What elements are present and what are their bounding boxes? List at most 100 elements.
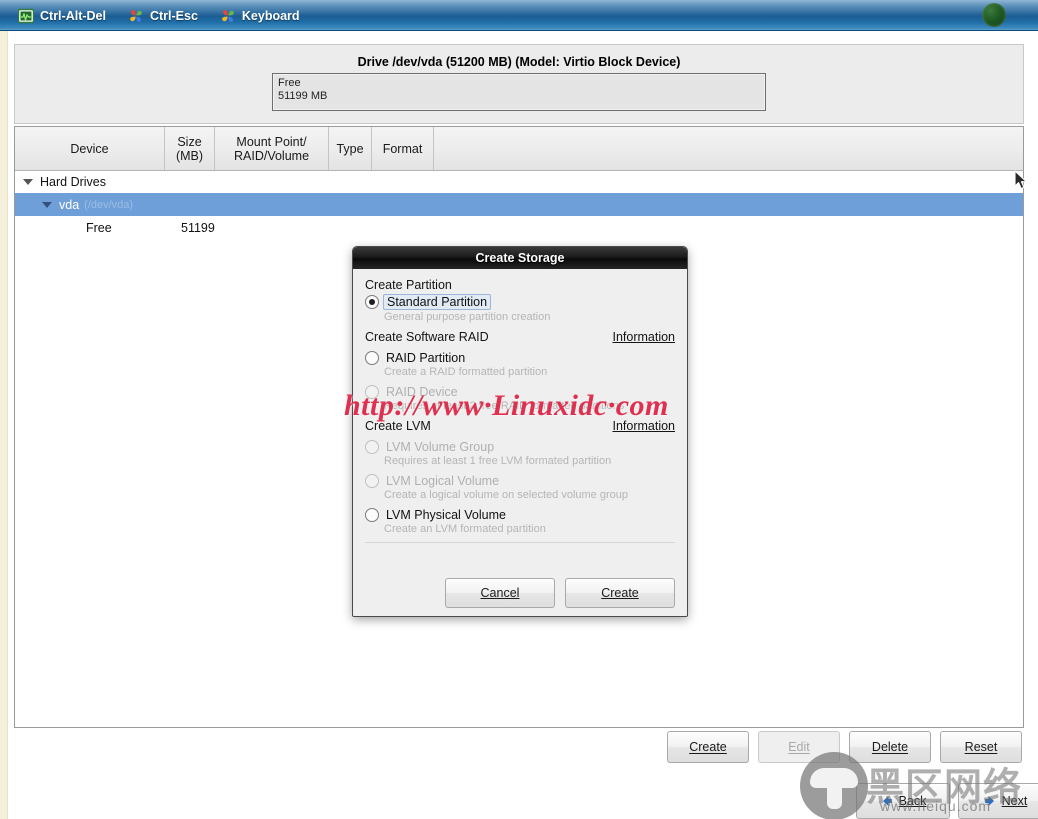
- option-lvm-logical-volume-label: LVM Logical Volume: [386, 474, 500, 488]
- column-header-type-label: Type: [336, 141, 364, 156]
- column-header-device-label: Device: [70, 141, 109, 156]
- chevron-down-icon[interactable]: [42, 201, 52, 208]
- back-button[interactable]: Back: [856, 783, 950, 819]
- option-raid-device: RAID Device: [365, 385, 675, 399]
- table-row-size: 51199: [181, 220, 215, 235]
- dialog-footer: Cancel Create: [353, 570, 687, 616]
- create-button-label: Create: [689, 740, 727, 754]
- column-header-format[interactable]: Format: [372, 127, 434, 170]
- dialog-create-button[interactable]: Create: [565, 578, 675, 608]
- raid-information-link[interactable]: Information: [612, 330, 675, 344]
- storage-action-buttons: Create Edit Delete Reset: [14, 731, 1022, 763]
- option-lvm-physical-volume-label: LVM Physical Volume: [386, 508, 506, 522]
- drive-free-segment[interactable]: Free 51199 MB: [272, 73, 766, 111]
- option-raid-device-label: RAID Device: [386, 385, 458, 399]
- radio-raid-device-icon: [365, 385, 379, 399]
- dialog-title: Create Storage: [475, 251, 565, 265]
- option-lvm-logical-volume: LVM Logical Volume: [365, 474, 675, 488]
- radio-lvm-volume-group-icon: [365, 440, 379, 454]
- chevron-down-icon[interactable]: [23, 178, 33, 185]
- column-header-type[interactable]: Type: [329, 127, 372, 170]
- option-lvm-logical-volume-desc: Create a logical volume on selected volu…: [384, 489, 628, 501]
- connection-status-dot-icon: [982, 3, 1006, 27]
- table-row[interactable]: Free 51199: [15, 216, 1023, 239]
- radio-raid-partition-icon[interactable]: [365, 351, 379, 365]
- arrow-right-icon: [983, 794, 997, 808]
- option-raid-partition-label: RAID Partition: [386, 351, 466, 365]
- option-lvm-physical-volume-desc: Create an LVM formated partition: [384, 523, 546, 535]
- option-lvm-physical-volume[interactable]: LVM Physical Volume: [365, 508, 675, 522]
- option-standard-partition-desc: General purpose partition creation: [384, 311, 551, 323]
- lvm-information-link[interactable]: Information: [612, 419, 675, 433]
- page-left-accent-strip: [0, 31, 8, 819]
- section-title: Create Software RAID: [365, 330, 489, 344]
- radio-standard-partition-icon[interactable]: [365, 295, 379, 309]
- edit-button: Edit: [758, 731, 840, 763]
- column-header-mount-point[interactable]: Mount Point/ RAID/Volume: [215, 127, 329, 170]
- windows-pinwheel-icon: [220, 8, 236, 24]
- drive-summary-panel: Drive /dev/vda (51200 MB) (Model: Virtio…: [14, 44, 1024, 124]
- column-header-size-line2: (MB): [175, 148, 204, 163]
- arrow-left-icon: [880, 794, 894, 808]
- keyboard-button[interactable]: Keyboard: [220, 8, 300, 24]
- column-header-device[interactable]: Device: [15, 127, 165, 170]
- radio-lvm-physical-volume-icon[interactable]: [365, 508, 379, 522]
- table-row-name: Hard Drives: [40, 174, 106, 189]
- ctrl-alt-del-button[interactable]: Ctrl-Alt-Del: [17, 8, 106, 24]
- next-button-label: Next: [1001, 794, 1028, 808]
- table-row[interactable]: Hard Drives: [15, 170, 1023, 193]
- section-header-create-software-raid: Create Software RAID Information: [365, 330, 675, 344]
- section-title: Create LVM: [365, 419, 431, 433]
- option-raid-partition[interactable]: RAID Partition: [365, 351, 675, 365]
- option-standard-partition-label: Standard Partition: [383, 294, 492, 310]
- option-raid-device-desc: Requires at least 2 free RAID formatted …: [384, 400, 625, 412]
- dialog-divider: [365, 542, 675, 543]
- drive-free-label: Free: [278, 77, 301, 89]
- section-title: Create Partition: [365, 278, 452, 292]
- ctrl-alt-del-label: Ctrl-Alt-Del: [40, 8, 106, 23]
- column-header-mount-line2: RAID/Volume: [233, 148, 310, 163]
- column-header-format-label: Format: [382, 141, 423, 156]
- option-lvm-volume-group: LVM Volume Group: [365, 440, 675, 454]
- create-storage-dialog: Create Storage Create Partition Standard…: [352, 246, 688, 617]
- option-lvm-volume-group-label: LVM Volume Group: [386, 440, 495, 454]
- drive-title: Drive /dev/vda (51200 MB) (Model: Virtio…: [357, 55, 681, 69]
- option-lvm-volume-group-desc: Requires at least 1 free LVM formated pa…: [384, 455, 612, 467]
- screen: Ctrl-Alt-Del Ctrl-Esc Keyboard Drive /de…: [0, 0, 1038, 819]
- create-button[interactable]: Create: [667, 731, 749, 763]
- vnc-toolbar-items: Ctrl-Alt-Del Ctrl-Esc Keyboard: [17, 0, 300, 31]
- wizard-navigation: Back Next: [14, 783, 1038, 819]
- column-header-size-line1: Size: [177, 134, 202, 149]
- section-header-create-partition: Create Partition: [365, 278, 675, 292]
- option-standard-partition[interactable]: Standard Partition: [365, 294, 675, 310]
- dialog-create-label: Create: [601, 586, 639, 600]
- back-button-label: Back: [898, 794, 927, 808]
- monitor-waveform-icon: [17, 8, 35, 24]
- windows-pinwheel-icon: [128, 8, 144, 24]
- table-row[interactable]: vda (/dev/vda): [15, 193, 1023, 216]
- dialog-body: Create Partition Standard Partition Gene…: [353, 269, 687, 543]
- column-header-mount-line1: Mount Point/: [236, 134, 307, 149]
- reset-button-label: Reset: [964, 740, 998, 754]
- dialog-titlebar: Create Storage: [353, 247, 687, 269]
- vnc-toolbar: Ctrl-Alt-Del Ctrl-Esc Keyboard: [0, 0, 1038, 31]
- drive-free-size: 51199 MB: [278, 90, 328, 102]
- next-button[interactable]: Next: [958, 783, 1038, 819]
- dialog-cancel-button[interactable]: Cancel: [445, 578, 555, 608]
- table-row-device-path: (/dev/vda): [84, 198, 134, 211]
- ctrl-esc-label: Ctrl-Esc: [149, 8, 198, 23]
- column-header-size[interactable]: Size (MB): [165, 127, 215, 170]
- keyboard-label: Keyboard: [241, 8, 300, 23]
- column-header-filler: [434, 127, 1023, 170]
- reset-button[interactable]: Reset: [940, 731, 1022, 763]
- option-raid-partition-desc: Create a RAID formatted partition: [384, 366, 548, 378]
- edit-button-label: Edit: [788, 740, 810, 754]
- table-row-name: vda: [59, 197, 80, 212]
- table-row-name: Free: [86, 220, 112, 235]
- delete-button-label: Delete: [871, 740, 909, 754]
- delete-button[interactable]: Delete: [849, 731, 931, 763]
- radio-lvm-logical-volume-icon: [365, 474, 379, 488]
- section-header-create-lvm: Create LVM Information: [365, 419, 675, 433]
- dialog-cancel-label: Cancel: [480, 586, 520, 600]
- ctrl-esc-button[interactable]: Ctrl-Esc: [128, 8, 198, 24]
